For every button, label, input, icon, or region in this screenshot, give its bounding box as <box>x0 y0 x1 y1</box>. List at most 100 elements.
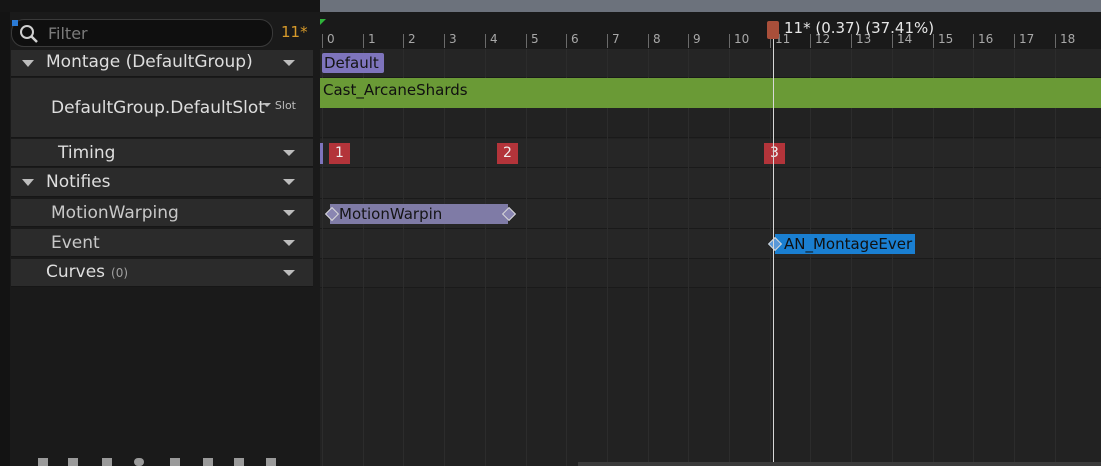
track-curves[interactable]: Curves (0) <box>11 259 313 287</box>
ruler-tick-label: 18 <box>1060 32 1076 46</box>
track-event[interactable]: Event <box>11 229 313 257</box>
notify-event-label: AN_MontageEver <box>784 235 913 253</box>
timeline-row-event <box>320 229 1101 259</box>
grid-line <box>1055 49 1056 466</box>
frame-count: 11* <box>281 23 308 41</box>
focus-corner <box>12 20 18 26</box>
grid-line <box>770 49 771 466</box>
curves-label-text: Curves <box>46 262 106 282</box>
notify-event[interactable]: AN_MontageEver <box>775 234 915 254</box>
start-marker-icon <box>320 19 326 25</box>
ruler-tick-label: 8 <box>653 32 661 46</box>
ruler-tick <box>1014 34 1015 48</box>
ruler-tick-label: 5 <box>531 32 539 46</box>
skip-to-start-icon[interactable] <box>38 458 48 466</box>
timing-start-marker <box>320 143 323 164</box>
track-curves-label: Curves (0) <box>46 262 128 282</box>
track-notifies-label: Notifies <box>46 172 111 192</box>
section-default[interactable]: Default <box>322 53 384 73</box>
expand-arrow-icon[interactable] <box>22 179 34 186</box>
ruler-tick-label: 1 <box>368 32 376 46</box>
ruler-tick-label: 3 <box>449 32 457 46</box>
anim-segment[interactable]: Cast_ArcaneShards <box>320 78 1101 108</box>
loop-icon[interactable] <box>266 458 276 466</box>
step-forward-icon[interactable] <box>203 458 213 466</box>
playhead-label: 11* (0.37) (37.41%) <box>784 19 935 37</box>
timeline-row-curves <box>320 259 1101 288</box>
ruler-tick-label: 0 <box>327 32 335 46</box>
grid-line <box>851 49 852 466</box>
ruler-tick <box>526 34 527 48</box>
grid-line <box>810 49 811 466</box>
ruler-tick <box>403 34 404 48</box>
playhead-line[interactable] <box>773 30 774 466</box>
timing-marker-3[interactable]: 3 <box>764 143 785 164</box>
notify-motion-warping-label: MotionWarpin <box>339 205 443 223</box>
playhead-handle[interactable] <box>767 21 779 39</box>
ruler-tick <box>648 34 649 48</box>
caret-down-icon <box>262 103 271 107</box>
track-montage-label: Montage (DefaultGroup) <box>46 52 253 72</box>
grid-line <box>485 49 486 466</box>
track-notifies[interactable]: Notifies <box>11 168 313 197</box>
track-montage[interactable]: Montage (DefaultGroup) <box>11 50 313 77</box>
play-icon[interactable] <box>170 458 180 466</box>
top-strip <box>0 0 1101 12</box>
ruler-tick <box>485 34 486 48</box>
slot-dropdown[interactable]: Slot <box>262 99 296 112</box>
grid-line <box>444 49 445 466</box>
step-back-icon[interactable] <box>68 458 78 466</box>
grid-line <box>933 49 934 466</box>
filter-input[interactable] <box>46 22 265 44</box>
ruler-tick-label: 15 <box>938 32 954 46</box>
track-timing[interactable]: Timing <box>11 139 313 167</box>
transport-controls <box>10 455 315 466</box>
panel-edge <box>0 12 10 466</box>
ruler-tick <box>973 34 974 48</box>
ruler-tick-label: 6 <box>571 32 579 46</box>
ruler-tick-label: 4 <box>490 32 498 46</box>
ruler-tick <box>607 34 608 48</box>
chevron-down-icon[interactable] <box>283 60 295 66</box>
chevron-down-icon[interactable] <box>283 270 295 276</box>
ruler-tick-label: 7 <box>612 32 620 46</box>
ruler-tick <box>1055 34 1056 48</box>
timing-marker-2[interactable]: 2 <box>497 143 518 164</box>
ruler-tick <box>729 34 730 48</box>
grid-line <box>607 49 608 466</box>
slot-dropdown-label: Slot <box>274 99 296 112</box>
ruler-tick-label: 17 <box>1019 32 1035 46</box>
grid-line <box>729 49 730 466</box>
search-icon <box>20 25 38 43</box>
chevron-down-icon[interactable] <box>283 240 295 246</box>
chevron-down-icon[interactable] <box>283 179 295 185</box>
chevron-down-icon[interactable] <box>283 210 295 216</box>
timeline-panel[interactable]: 0 1 2 3 4 5 6 7 8 9 10 11 12 13 14 15 16 17 18 Default Cas… <box>320 12 1101 466</box>
grid-line <box>322 49 323 466</box>
skip-to-end-icon[interactable] <box>234 458 244 466</box>
filter-box[interactable] <box>11 19 273 47</box>
track-slot[interactable]: DefaultGroup.DefaultSlot Slot <box>11 78 313 138</box>
ruler-tick <box>322 34 323 48</box>
grid-line <box>566 49 567 466</box>
expand-arrow-icon[interactable] <box>22 60 34 67</box>
track-slot-label: DefaultGroup.DefaultSlot <box>51 98 265 118</box>
track-event-label: Event <box>51 233 100 253</box>
ruler-tick <box>363 34 364 48</box>
grid-line <box>526 49 527 466</box>
grid-line <box>892 49 893 466</box>
record-icon[interactable] <box>134 458 144 466</box>
ruler-tick-label: 9 <box>693 32 701 46</box>
grid-line <box>1014 49 1015 466</box>
chevron-down-icon[interactable] <box>283 150 295 156</box>
track-motion-warping[interactable]: MotionWarping <box>11 199 313 227</box>
timeline-scrollbar[interactable] <box>578 462 1101 466</box>
ruler-tick <box>688 34 689 48</box>
grid-line <box>648 49 649 466</box>
top-scrollbar[interactable] <box>320 0 1101 12</box>
notify-motion-warping[interactable]: MotionWarpin <box>330 204 508 224</box>
timing-marker-1[interactable]: 1 <box>329 143 350 164</box>
timeline-row-timing <box>320 139 1101 168</box>
track-motion-warping-label: MotionWarping <box>51 203 179 223</box>
play-reverse-icon[interactable] <box>102 458 112 466</box>
